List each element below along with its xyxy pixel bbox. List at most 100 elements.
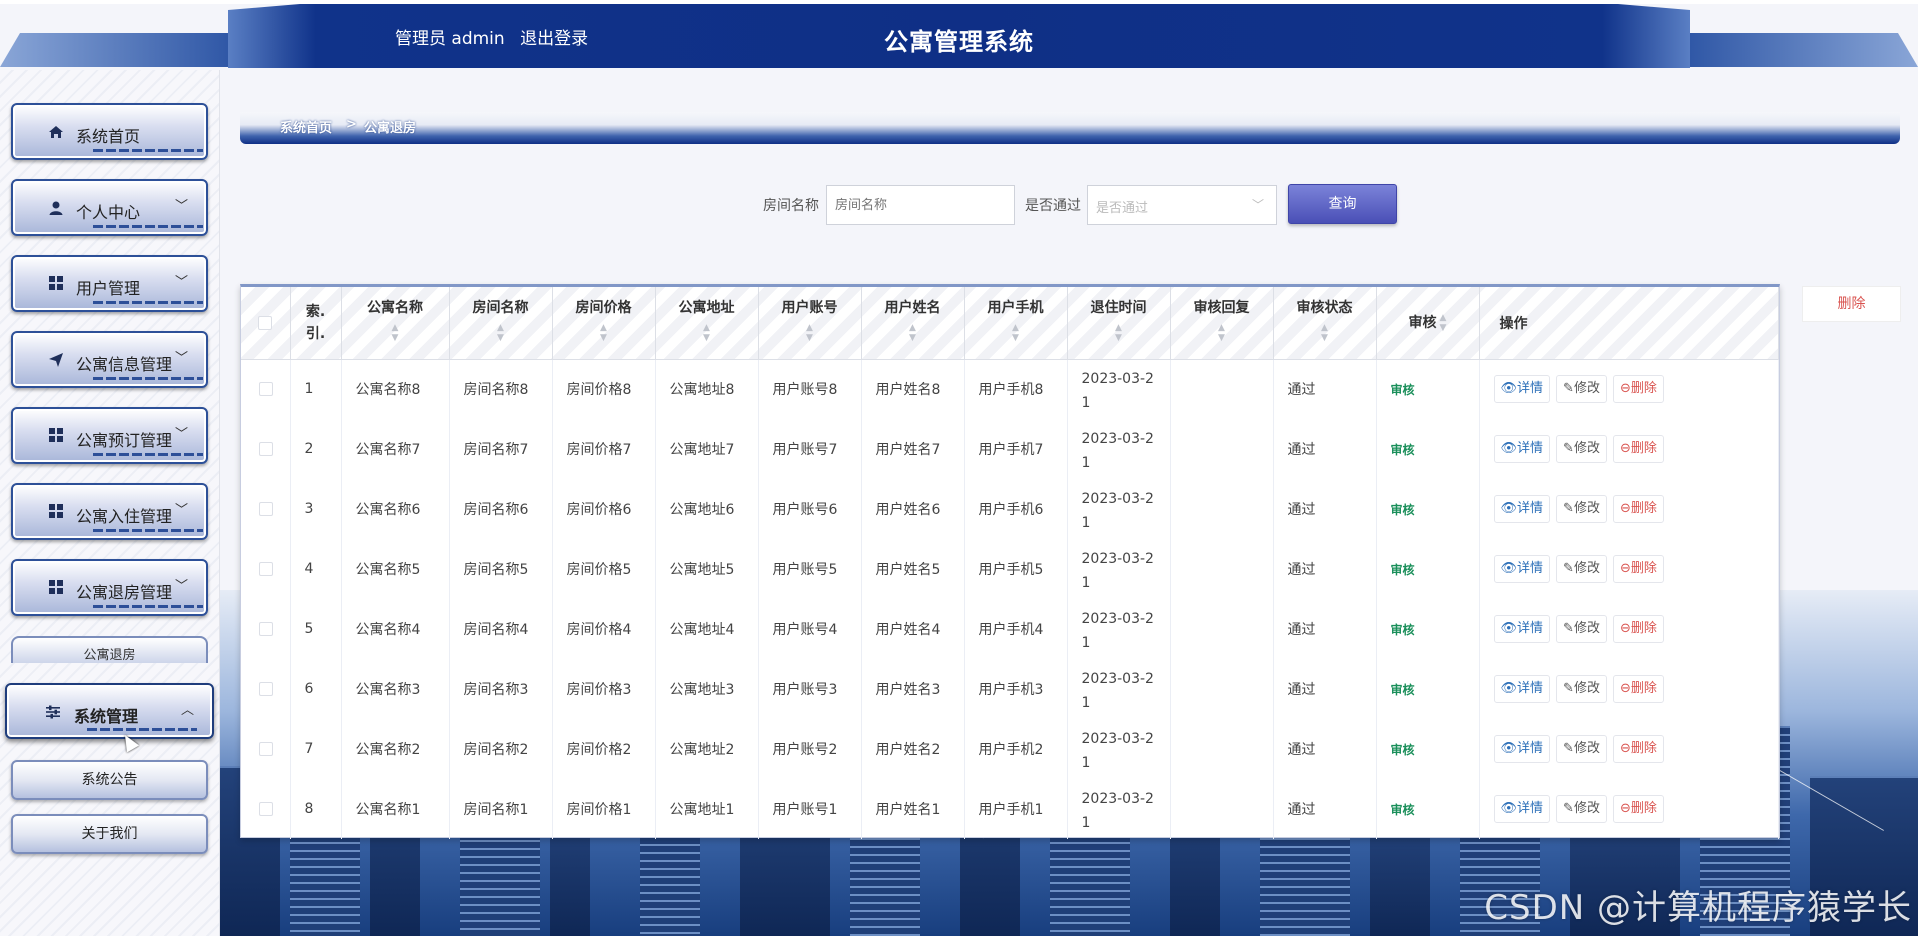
sidebar-item-system-management[interactable]: 系统管理 ︿ bbox=[5, 683, 214, 739]
breadcrumb-home[interactable]: 系统首页 bbox=[280, 117, 332, 136]
row-checkbox[interactable] bbox=[259, 682, 273, 696]
delete-button[interactable]: ⊖删除 bbox=[1612, 735, 1664, 763]
row-checkbox[interactable] bbox=[259, 742, 273, 756]
cell-audit-reply bbox=[1170, 719, 1274, 779]
sidebar-subitem-about-us[interactable]: 关于我们 bbox=[11, 814, 208, 854]
audit-link[interactable]: 审核 bbox=[1391, 623, 1415, 637]
delete-button[interactable]: ⊖删除 bbox=[1612, 375, 1664, 404]
chevron-up-icon: ︿ bbox=[180, 703, 194, 718]
chevron-down-icon: ﹀ bbox=[1251, 198, 1264, 212]
menu-stripe-decoration bbox=[93, 453, 203, 456]
edit-button[interactable]: ✎修改 bbox=[1556, 555, 1607, 583]
room-name-input[interactable] bbox=[826, 185, 1015, 225]
date-line-1: 2023-03-2 bbox=[1081, 611, 1154, 627]
delete-button[interactable]: ⊖删除 bbox=[1612, 615, 1664, 643]
sidebar-item-apartment-booking[interactable]: 公寓预订管理 ﹀ bbox=[11, 407, 208, 464]
select-all-checkbox[interactable] bbox=[258, 315, 273, 330]
view-details-button[interactable]: 👁详情 bbox=[1493, 675, 1551, 703]
cell-actions: 👁详情 ✎修改 ⊖删除 bbox=[1479, 539, 1779, 599]
cell-index: 4 bbox=[290, 539, 342, 599]
audit-link[interactable]: 审核 bbox=[1391, 383, 1415, 397]
view-details-button[interactable]: 👁详情 bbox=[1493, 795, 1551, 823]
row-checkbox[interactable] bbox=[259, 802, 273, 816]
sidebar-subitem-system-notice[interactable]: 系统公告 bbox=[11, 760, 208, 800]
col-user-phone[interactable]: 用户手机 ▲ ▼ bbox=[964, 287, 1068, 360]
sidebar-item-apartment-checkin[interactable]: 公寓入住管理 ﹀ bbox=[11, 483, 208, 540]
edit-button[interactable]: ✎修改 bbox=[1556, 495, 1607, 523]
edit-button[interactable]: ✎修改 bbox=[1556, 615, 1607, 643]
audit-link[interactable]: 审核 bbox=[1391, 803, 1415, 817]
sidebar-item-personal-center[interactable]: 个人中心 ﹀ bbox=[11, 179, 208, 236]
view-details-button[interactable]: 👁详情 bbox=[1493, 615, 1551, 643]
audit-link[interactable]: 审核 bbox=[1391, 743, 1415, 757]
cell-actions: 👁详情 ✎修改 ⊖删除 bbox=[1479, 599, 1779, 659]
cell-user-phone: 用户手机3 bbox=[964, 659, 1068, 719]
query-button[interactable]: 查询 bbox=[1288, 184, 1397, 224]
cell-audit-reply bbox=[1170, 419, 1274, 479]
cell-apartment-address: 公寓地址3 bbox=[655, 659, 759, 719]
sidebar-item-user-management[interactable]: 用户管理 ﹀ bbox=[11, 255, 208, 312]
pass-status-select[interactable]: 是否通过 ﹀ bbox=[1087, 185, 1277, 225]
cell-apartment-name: 公寓名称4 bbox=[341, 599, 450, 659]
sidebar-subitem-checkout-partial[interactable]: 公寓退房 bbox=[11, 636, 208, 663]
cell-checkout-time: 2023-03-2 1 bbox=[1067, 539, 1171, 599]
row-checkbox[interactable] bbox=[259, 382, 273, 397]
col-apartment-name[interactable]: 公寓名称 ▲ ▼ bbox=[341, 287, 450, 360]
table-row: 7 公寓名称2 房间名称2 房间价格2 公寓地址2 用户账号2 用户姓名2 用户手机2 2023… bbox=[241, 719, 1779, 779]
row-checkbox[interactable] bbox=[259, 622, 273, 636]
view-details-button[interactable]: 👁详情 bbox=[1493, 555, 1551, 583]
edit-button[interactable]: ✎修改 bbox=[1556, 735, 1607, 763]
sidebar-item-apartment-checkout[interactable]: 公寓退房管理 ﹀ bbox=[11, 559, 208, 616]
audit-link[interactable]: 审核 bbox=[1391, 503, 1415, 517]
eye-icon: 👁 bbox=[1500, 381, 1518, 397]
col-checkout-time[interactable]: 退住时间 ▲ ▼ bbox=[1067, 287, 1171, 360]
edit-button[interactable]: ✎修改 bbox=[1556, 375, 1607, 404]
cell-user-account: 用户账号3 bbox=[758, 659, 862, 719]
view-details-button[interactable]: 👁详情 bbox=[1493, 735, 1551, 763]
batch-delete-button[interactable]: 删除 bbox=[1802, 286, 1901, 322]
cell-audit-status: 通过 bbox=[1273, 599, 1377, 659]
delete-button[interactable]: ⊖删除 bbox=[1612, 495, 1664, 523]
col-apartment-address[interactable]: 公寓地址 ▲ ▼ bbox=[655, 287, 759, 360]
sidebar-item-apartment-info[interactable]: 公寓信息管理 ﹀ bbox=[11, 331, 208, 388]
view-details-button[interactable]: 👁详情 bbox=[1493, 375, 1551, 404]
menu-stripe-decoration bbox=[93, 301, 203, 304]
cell-user-name: 用户姓名6 bbox=[861, 479, 965, 539]
table-row: 8 公寓名称1 房间名称1 房间价格1 公寓地址1 用户账号1 用户姓名1 用户手机1 2023… bbox=[241, 779, 1779, 839]
cell-audit: 审核 bbox=[1376, 479, 1480, 539]
edit-button[interactable]: ✎修改 bbox=[1556, 675, 1607, 703]
row-checkbox[interactable] bbox=[259, 442, 273, 456]
col-room-price[interactable]: 房间价格 ▲ ▼ bbox=[552, 287, 656, 360]
menu-stripe-decoration bbox=[93, 149, 203, 152]
audit-link[interactable]: 审核 bbox=[1391, 563, 1415, 577]
col-audit-status[interactable]: 审核状态 ▲ ▼ bbox=[1273, 287, 1377, 360]
cell-index: 5 bbox=[290, 599, 342, 659]
sidebar-item-home[interactable]: 系统首页 bbox=[11, 103, 208, 160]
delete-button[interactable]: ⊖删除 bbox=[1612, 435, 1664, 463]
view-details-button[interactable]: 👁详情 bbox=[1493, 435, 1551, 463]
cell-room-name: 房间名称5 bbox=[449, 539, 553, 599]
date-line-2: 1 bbox=[1081, 455, 1091, 471]
col-audit[interactable]: 审核 ▲ ▼ bbox=[1376, 287, 1480, 360]
minus-circle-icon: ⊖ bbox=[1619, 561, 1631, 576]
cell-room-name: 房间名称7 bbox=[449, 419, 553, 479]
cell-user-name: 用户姓名8 bbox=[861, 359, 965, 419]
edit-button[interactable]: ✎修改 bbox=[1556, 795, 1607, 823]
audit-link[interactable]: 审核 bbox=[1391, 443, 1415, 457]
edit-button[interactable]: ✎修改 bbox=[1556, 435, 1607, 463]
delete-button[interactable]: ⊖删除 bbox=[1612, 795, 1664, 823]
delete-button[interactable]: ⊖删除 bbox=[1612, 675, 1664, 703]
row-checkbox[interactable] bbox=[259, 562, 273, 576]
col-audit-reply[interactable]: 审核回复 ▲ ▼ bbox=[1170, 287, 1274, 360]
eye-icon: 👁 bbox=[1500, 801, 1518, 816]
col-actions: 操作 bbox=[1479, 287, 1779, 360]
cell-apartment-address: 公寓地址8 bbox=[655, 359, 759, 419]
cell-room-price: 房间价格7 bbox=[552, 419, 656, 479]
view-details-button[interactable]: 👁详情 bbox=[1493, 495, 1551, 523]
delete-button[interactable]: ⊖删除 bbox=[1612, 555, 1664, 583]
audit-link[interactable]: 审核 bbox=[1391, 683, 1415, 697]
col-room-name[interactable]: 房间名称 ▲ ▼ bbox=[449, 287, 553, 360]
row-checkbox[interactable] bbox=[259, 502, 273, 516]
col-user-name[interactable]: 用户姓名 ▲ ▼ bbox=[861, 287, 965, 360]
col-user-account[interactable]: 用户账号 ▲ ▼ bbox=[758, 287, 862, 360]
